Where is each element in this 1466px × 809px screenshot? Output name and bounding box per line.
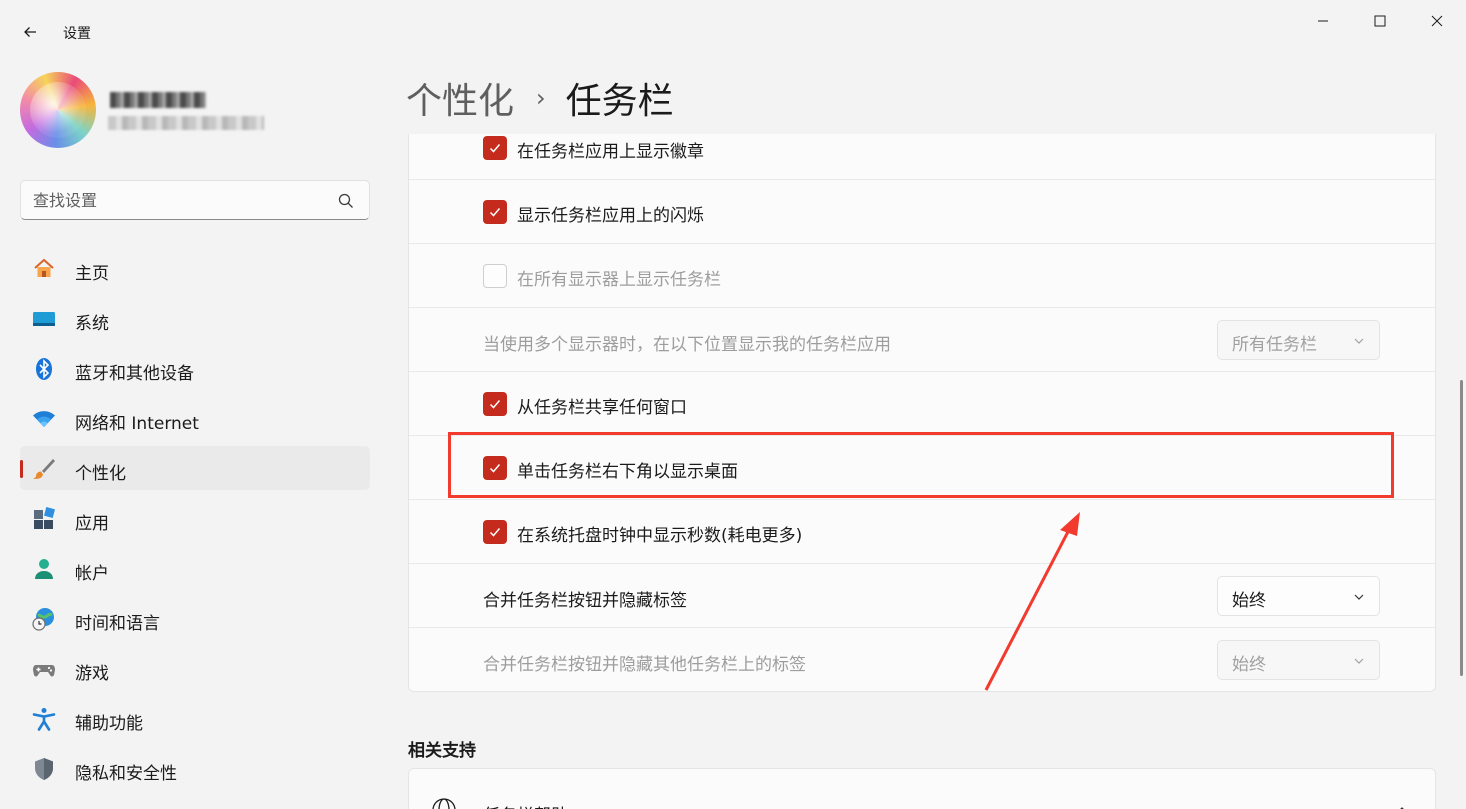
badges-checkbox[interactable] xyxy=(483,136,507,160)
sidebar-item-label: 辅助功能 xyxy=(75,714,143,734)
sidebar-item-accounts[interactable]: 帐户 xyxy=(20,546,370,590)
close-button[interactable] xyxy=(1414,6,1460,36)
close-icon xyxy=(1431,15,1443,27)
all-displays-label: 在所有显示器上显示任务栏 xyxy=(517,270,721,290)
sidebar-item-home[interactable]: 主页 xyxy=(20,246,370,290)
wifi-icon xyxy=(32,407,56,431)
multi-display-apps-dropdown[interactable]: 所有任务栏 xyxy=(1217,320,1380,360)
share-window-label: 从任务栏共享任何窗口 xyxy=(517,398,687,418)
all-displays-checkbox[interactable] xyxy=(483,264,507,288)
search-box[interactable] xyxy=(20,180,370,220)
shield-icon xyxy=(32,757,56,781)
back-button[interactable] xyxy=(14,18,46,46)
maximize-button[interactable] xyxy=(1357,6,1403,36)
sidebar-item-apps[interactable]: 应用 xyxy=(20,496,370,540)
setting-row-all-displays[interactable]: 在所有显示器上显示任务栏 xyxy=(409,244,1435,308)
sidebar-item-label: 系统 xyxy=(75,314,109,334)
maximize-icon xyxy=(1374,15,1386,27)
sidebar-item-network[interactable]: 网络和 Internet xyxy=(20,396,370,440)
breadcrumb-parent[interactable]: 个性化 xyxy=(406,72,514,124)
chevron-down-icon xyxy=(1354,594,1364,600)
chevron-down-icon xyxy=(1354,338,1364,344)
chevron-up-icon[interactable] xyxy=(1395,803,1409,809)
share-window-checkbox[interactable] xyxy=(483,392,507,416)
minimize-icon xyxy=(1318,20,1328,22)
sidebar-item-label: 网络和 Internet xyxy=(75,414,199,434)
related-support-heading: 相关支持 xyxy=(408,741,476,761)
chevron-down-icon xyxy=(1354,658,1364,664)
sidebar-item-bluetooth[interactable]: 蓝牙和其他设备 xyxy=(20,346,370,390)
bluetooth-icon xyxy=(32,357,56,381)
user-name-redacted xyxy=(110,92,206,108)
checkmark-icon xyxy=(489,400,501,409)
search-icon[interactable] xyxy=(337,192,355,210)
account-icon xyxy=(32,557,56,581)
sidebar-item-time-language[interactable]: 时间和语言 xyxy=(20,596,370,640)
sidebar-item-label: 个性化 xyxy=(75,464,126,484)
sidebar-item-label: 帐户 xyxy=(75,564,109,584)
badges-label: 在任务栏应用上显示徽章 xyxy=(517,142,704,162)
user-email-redacted xyxy=(108,116,264,130)
sidebar-item-label: 游戏 xyxy=(75,664,109,684)
setting-row-badges[interactable]: 在任务栏应用上显示徽章 xyxy=(409,134,1435,180)
globe-clock-icon xyxy=(32,607,56,631)
scrollbar[interactable] xyxy=(1460,380,1463,676)
show-seconds-checkbox[interactable] xyxy=(483,520,507,544)
setting-row-multi-display-apps: 当使用多个显示器时，在以下位置显示我的任务栏应用 所有任务栏 xyxy=(409,308,1435,372)
system-icon xyxy=(32,307,56,331)
setting-row-combine-other: 合并任务栏按钮并隐藏其他任务栏上的标签 始终 xyxy=(409,628,1435,691)
flashing-label: 显示任务栏应用上的闪烁 xyxy=(517,206,704,226)
dropdown-value: 所有任务栏 xyxy=(1232,335,1317,355)
sidebar-item-accessibility[interactable]: 辅助功能 xyxy=(20,696,370,740)
page-title: 任务栏 xyxy=(565,81,674,122)
sidebar-item-privacy[interactable]: 隐私和安全性 xyxy=(20,746,370,790)
sidebar-item-gaming[interactable]: 游戏 xyxy=(20,646,370,690)
app-title: 设置 xyxy=(63,26,91,42)
multi-display-apps-label: 当使用多个显示器时，在以下位置显示我的任务栏应用 xyxy=(483,335,891,355)
globe-icon xyxy=(432,798,456,809)
gamepad-icon xyxy=(32,657,56,681)
sidebar-item-label: 主页 xyxy=(75,264,109,284)
dropdown-value: 始终 xyxy=(1232,655,1266,675)
combine-other-label: 合并任务栏按钮并隐藏其他任务栏上的标签 xyxy=(483,655,806,675)
taskbar-help-label: 任务栏帮助 xyxy=(483,801,568,809)
breadcrumb: 个性化 › 任务栏 xyxy=(406,72,674,124)
setting-row-flashing[interactable]: 显示任务栏应用上的闪烁 xyxy=(409,180,1435,244)
setting-row-combine-buttons: 合并任务栏按钮并隐藏标签 始终 xyxy=(409,564,1435,628)
sidebar-item-label: 应用 xyxy=(75,514,109,534)
show-seconds-label: 在系统托盘时钟中显示秒数(耗电更多) xyxy=(517,526,803,546)
accessibility-icon xyxy=(32,707,56,731)
sidebar-item-system[interactable]: 系统 xyxy=(20,296,370,340)
search-input[interactable] xyxy=(33,190,333,210)
setting-row-share-window[interactable]: 从任务栏共享任何窗口 xyxy=(409,372,1435,436)
sidebar-nav: 主页 系统 蓝牙和其他设备 网络和 Internet 个性化 应用 帐户 时间和… xyxy=(20,246,370,796)
sidebar-item-personalization[interactable]: 个性化 xyxy=(20,446,370,490)
combine-buttons-dropdown[interactable]: 始终 xyxy=(1217,576,1380,616)
home-icon xyxy=(32,257,56,281)
taskbar-behaviors-panel: 在任务栏应用上显示徽章 显示任务栏应用上的闪烁 在所有显示器上显示任务栏 当使用… xyxy=(408,134,1436,692)
sidebar-item-label: 时间和语言 xyxy=(75,614,160,634)
checkmark-icon xyxy=(489,208,501,217)
dropdown-value: 始终 xyxy=(1232,591,1266,611)
title-bar: 设置 xyxy=(0,0,1466,62)
avatar[interactable] xyxy=(20,72,96,148)
setting-row-show-seconds[interactable]: 在系统托盘时钟中显示秒数(耗电更多) xyxy=(409,500,1435,564)
sidebar-item-label: 隐私和安全性 xyxy=(75,764,177,784)
minimize-button[interactable] xyxy=(1300,6,1346,36)
combine-other-dropdown[interactable]: 始终 xyxy=(1217,640,1380,680)
highlight-box xyxy=(448,432,1394,498)
breadcrumb-separator: › xyxy=(536,84,546,112)
combine-buttons-label: 合并任务栏按钮并隐藏标签 xyxy=(483,591,687,611)
checkmark-icon xyxy=(489,144,501,153)
checkmark-icon xyxy=(489,528,501,537)
sidebar-item-label: 蓝牙和其他设备 xyxy=(75,364,194,384)
related-support-card[interactable]: 任务栏帮助 xyxy=(408,768,1436,809)
apps-icon xyxy=(32,507,56,531)
arrow-left-icon xyxy=(24,27,36,37)
flashing-checkbox[interactable] xyxy=(483,200,507,224)
brush-icon xyxy=(32,457,56,481)
